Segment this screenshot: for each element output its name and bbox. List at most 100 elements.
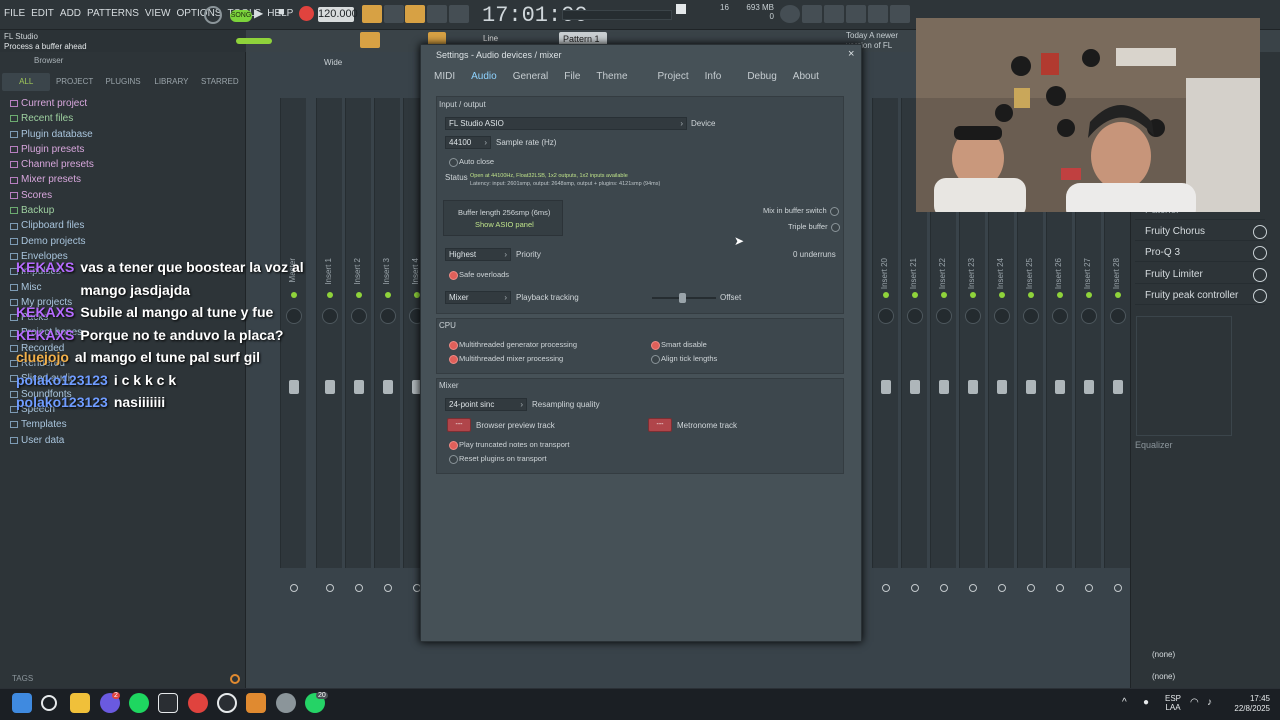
strip-enable-led[interactable]: [912, 292, 918, 298]
tab-project[interactable]: Project: [650, 70, 697, 84]
close-icon[interactable]: ×: [848, 48, 854, 60]
auto-close-toggle[interactable]: Auto close: [449, 157, 494, 167]
browser-tab-project[interactable]: PROJECT: [50, 73, 98, 91]
wifi-icon[interactable]: ◠: [1190, 697, 1199, 708]
browser-item[interactable]: Recent files: [10, 111, 94, 126]
chrome-icon[interactable]: [188, 693, 208, 713]
metronome-icon[interactable]: [362, 5, 382, 23]
master-pitch-slider[interactable]: [236, 38, 272, 44]
strip-pan-knob[interactable]: [351, 308, 367, 324]
search-icon[interactable]: [230, 674, 240, 684]
send-in-selector[interactable]: (none): [1152, 650, 1175, 659]
strip-pan-knob[interactable]: [1052, 308, 1068, 324]
playback-tracking-dropdown[interactable]: Mixer: [445, 291, 511, 304]
system-clock[interactable]: 17:45 22/8/2025: [1228, 694, 1270, 714]
restart-icon[interactable]: [780, 5, 800, 23]
browser-tab-all[interactable]: ALL: [2, 73, 51, 91]
strip-route-button[interactable]: [1114, 584, 1122, 592]
tab-general[interactable]: General: [505, 70, 557, 84]
mix-knob-icon[interactable]: [1253, 246, 1267, 260]
strip-pan-knob[interactable]: [1023, 308, 1039, 324]
resampling-quality-dropdown[interactable]: 24-point sinc: [445, 398, 527, 411]
mix-knob-icon[interactable]: [1253, 268, 1267, 282]
metronome-track-button[interactable]: ---: [648, 418, 672, 432]
browser-item[interactable]: Clipboard files: [10, 218, 94, 233]
strip-route-button[interactable]: [1027, 584, 1035, 592]
settings-gear-icon[interactable]: [276, 693, 296, 713]
fl-studio-icon[interactable]: [246, 693, 266, 713]
menu-add[interactable]: ADD: [60, 8, 81, 19]
strip-route-button[interactable]: [384, 584, 392, 592]
device-dropdown[interactable]: FL Studio ASIO: [445, 117, 687, 130]
safe-overloads-toggle[interactable]: Safe overloads: [449, 270, 509, 280]
strip-volume-fader[interactable]: [1113, 380, 1123, 394]
strip-volume-fader[interactable]: [968, 380, 978, 394]
strip-enable-led[interactable]: [327, 292, 333, 298]
sample-rate-dropdown[interactable]: 44100: [445, 136, 491, 149]
buffer-length[interactable]: Buffer length 256smp (6ms): [458, 208, 550, 217]
strip-pan-knob[interactable]: [1081, 308, 1097, 324]
tab-midi[interactable]: MIDI: [426, 70, 463, 84]
strip-pan-knob[interactable]: [380, 308, 396, 324]
browser-item[interactable]: User data: [10, 433, 94, 448]
strip-route-button[interactable]: [1056, 584, 1064, 592]
menu-view[interactable]: VIEW: [145, 8, 171, 19]
strip-enable-led[interactable]: [1028, 292, 1034, 298]
mixer-icon[interactable]: [890, 5, 910, 23]
strip-enable-led[interactable]: [1086, 292, 1092, 298]
browser-item[interactable]: Plugin database: [10, 127, 94, 142]
strip-route-button[interactable]: [882, 584, 890, 592]
strip-route-button[interactable]: [940, 584, 948, 592]
song-position-slider[interactable]: [562, 10, 672, 20]
stop-icon[interactable]: ■: [278, 6, 285, 18]
strip-volume-fader[interactable]: [939, 380, 949, 394]
strip-volume-fader[interactable]: [383, 380, 393, 394]
tempo-display[interactable]: 120.000: [318, 7, 358, 22]
windows-start-icon[interactable]: [12, 693, 32, 713]
browser-item[interactable]: Plugin presets: [10, 142, 94, 157]
piano-roll-icon[interactable]: [360, 32, 380, 48]
effect-slot-4[interactable]: Fruity peak controller: [1135, 287, 1267, 305]
mix-knob-icon[interactable]: [1253, 225, 1267, 239]
strip-enable-led[interactable]: [999, 292, 1005, 298]
eq-graph[interactable]: [1136, 316, 1232, 436]
strip-enable-led[interactable]: [385, 292, 391, 298]
strip-volume-fader[interactable]: [910, 380, 920, 394]
smart-disable-toggle[interactable]: Smart disable: [651, 340, 707, 350]
browser-item[interactable]: Channel presets: [10, 157, 94, 172]
browser-item[interactable]: Backup: [10, 203, 94, 218]
wait-input-icon[interactable]: [384, 5, 404, 23]
mixer-strip[interactable]: Insert 3: [374, 98, 400, 592]
microphone-icon[interactable]: [824, 5, 844, 23]
browser-preview-track-button[interactable]: ---: [447, 418, 471, 432]
strip-enable-led[interactable]: [1115, 292, 1121, 298]
strip-enable-led[interactable]: [1057, 292, 1063, 298]
strip-volume-fader[interactable]: [1026, 380, 1036, 394]
browser-item[interactable]: Demo projects: [10, 234, 94, 249]
strip-pan-knob[interactable]: [994, 308, 1010, 324]
help-icon[interactable]: [846, 5, 866, 23]
priority-dropdown[interactable]: Highest: [445, 248, 511, 261]
browser-item[interactable]: Mixer presets: [10, 172, 94, 187]
tab-audio[interactable]: Audio: [463, 70, 505, 84]
strip-pan-knob[interactable]: [878, 308, 894, 324]
strip-pan-knob[interactable]: [322, 308, 338, 324]
menu-file[interactable]: FILE: [4, 8, 25, 19]
tab-file[interactable]: File: [556, 70, 588, 84]
multithreaded-mixer-toggle[interactable]: Multithreaded mixer processing: [449, 354, 563, 364]
snap-selector[interactable]: Line: [483, 34, 498, 43]
strip-volume-fader[interactable]: [1084, 380, 1094, 394]
strip-volume-fader[interactable]: [881, 380, 891, 394]
mix-knob-icon[interactable]: [1253, 289, 1267, 303]
strip-pan-knob[interactable]: [907, 308, 923, 324]
strip-enable-led[interactable]: [883, 292, 889, 298]
effect-slot-2[interactable]: Pro-Q 3: [1135, 244, 1267, 262]
offset-slider-handle[interactable]: [679, 293, 686, 303]
strip-volume-fader[interactable]: [1055, 380, 1065, 394]
browser-item[interactable]: Templates: [10, 417, 94, 432]
save-icon[interactable]: [868, 5, 888, 23]
strip-pan-knob[interactable]: [1110, 308, 1126, 324]
mix-in-buffer-switch-toggle[interactable]: Mix in buffer switch: [763, 206, 839, 216]
strip-pan-knob[interactable]: [936, 308, 952, 324]
cut-icon[interactable]: [802, 5, 822, 23]
